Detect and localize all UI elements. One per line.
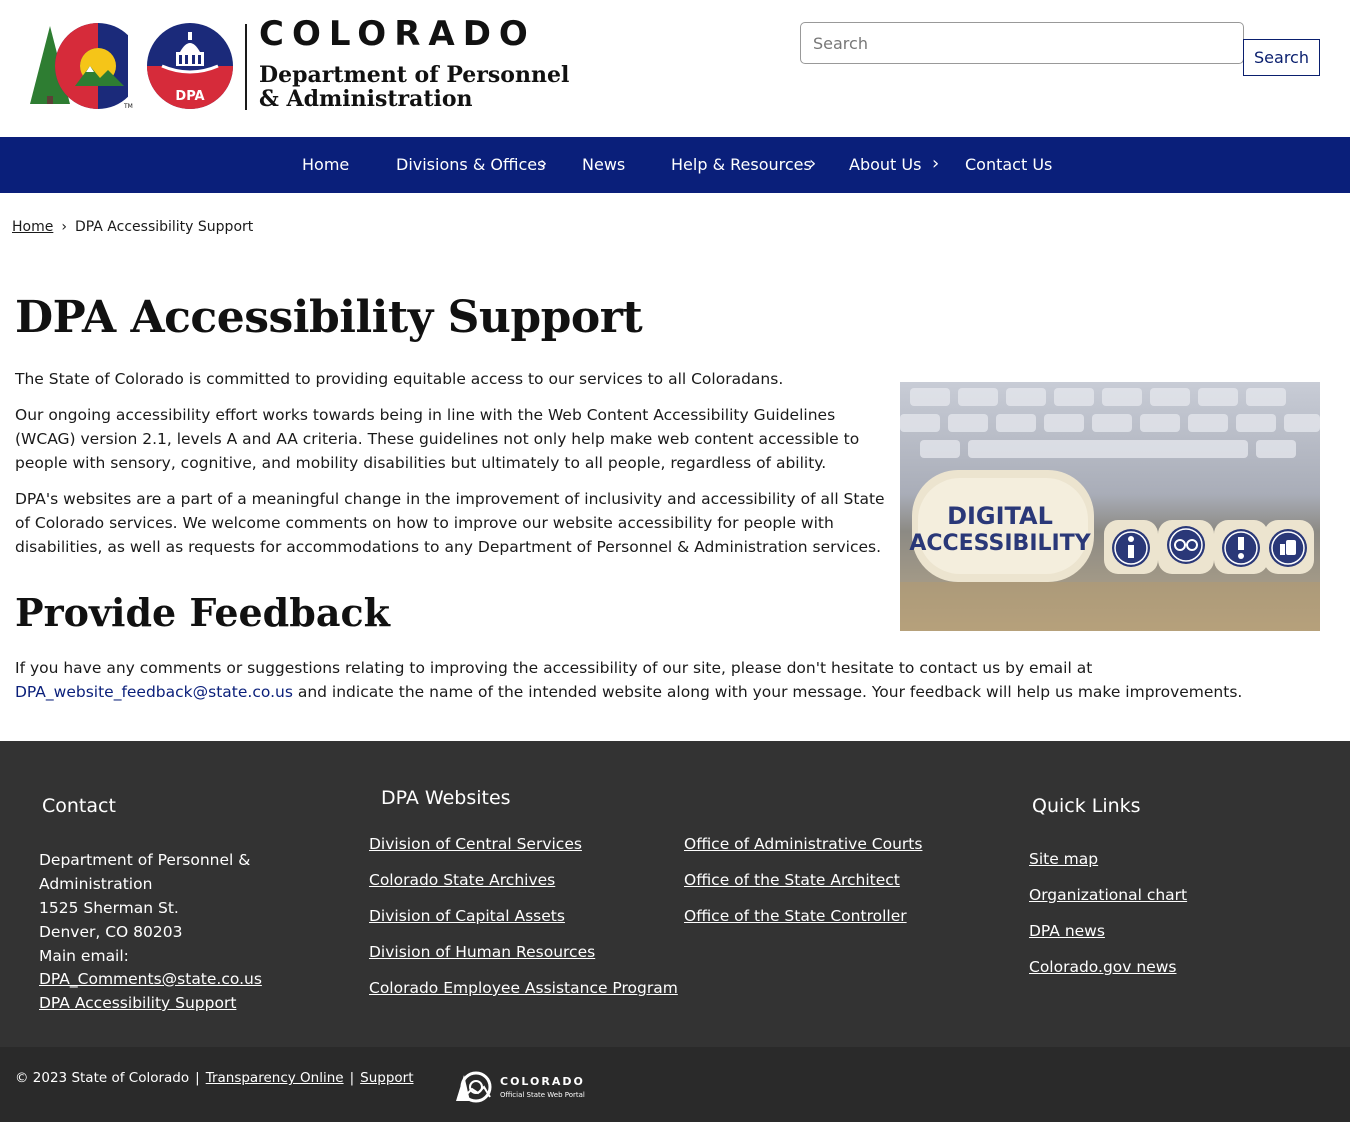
footer-quick-links-title: Quick Links [1032, 795, 1141, 817]
contact-org-line1: Department of Personnel & [39, 851, 251, 869]
footer-contact-title: Contact [42, 795, 116, 817]
nav-item-about-us[interactable]: About Us [849, 137, 921, 193]
footer-website-link[interactable]: Division of Capital Assets [369, 907, 565, 925]
chevron-right-icon[interactable]: › [932, 137, 939, 193]
page-title: DPA Accessibility Support [15, 292, 643, 343]
footer-contact-email-link[interactable]: DPA_Comments@state.co.us [39, 970, 262, 988]
feedback-email-link[interactable]: DPA_website_feedback@state.co.us [15, 683, 293, 701]
dpa-seal-icon: DPA [147, 23, 233, 109]
search-button[interactable]: Search [1243, 39, 1320, 76]
footer-quick-link[interactable]: Colorado.gov news [1029, 958, 1176, 976]
feedback-text-before: If you have any comments or suggestions … [15, 659, 1093, 677]
sub-footer: © 2023 State of Colorado | Transparency On… [0, 1047, 1350, 1122]
nav-item-contact-us[interactable]: Contact Us [965, 137, 1052, 193]
contact-city: Denver, CO 80203 [39, 923, 183, 941]
colorado-portal-logo-icon[interactable]: COLORADO Official State Web Portal [454, 1071, 594, 1103]
portal-subtitle: Official State Web Portal [500, 1091, 585, 1099]
footer-website-link[interactable]: Office of the State Architect [684, 871, 900, 889]
brand-state-name: COLORADO [259, 14, 536, 54]
footer-websites-title: DPA Websites [381, 787, 511, 809]
image-text-digital: DIGITAL [947, 502, 1053, 530]
footer-website-link[interactable]: Colorado State Archives [369, 871, 555, 889]
nav-item-divisions-offices[interactable]: Divisions & Offices [396, 137, 545, 193]
breadcrumb-home-link[interactable]: Home [12, 219, 53, 235]
footer-contact-address: Department of Personnel & Administration… [39, 848, 279, 968]
copyright-text: © 2023 State of Colorado [15, 1070, 190, 1086]
svg-text:TM: TM [123, 103, 133, 110]
contact-street: 1525 Sherman St. [39, 899, 179, 917]
footer-accessibility-link[interactable]: DPA Accessibility Support [39, 994, 236, 1012]
breadcrumb: Home › DPA Accessibility Support [12, 219, 253, 235]
contact-email-label: Main email: [39, 947, 129, 965]
portal-name: COLORADO [500, 1075, 585, 1088]
copyright-bar: © 2023 State of Colorado | Transparency On… [15, 1070, 414, 1086]
nav-item-help-resources[interactable]: Help & Resources [671, 137, 812, 193]
image-text-accessibility: ACCESSIBILITY [909, 531, 1091, 556]
nav-item-home[interactable]: Home [302, 137, 349, 193]
brand-department-name: Department of Personnel & Administration [259, 63, 579, 111]
feedback-paragraph: If you have any comments or suggestions … [15, 656, 1325, 704]
footer-quick-link[interactable]: DPA news [1029, 922, 1105, 940]
support-link[interactable]: Support [360, 1070, 413, 1086]
feedback-title: Provide Feedback [15, 590, 390, 635]
footer-website-link[interactable]: Office of Administrative Courts [684, 835, 922, 853]
nav-item-news[interactable]: News [582, 137, 625, 193]
footer-quick-link[interactable]: Site map [1029, 850, 1098, 868]
feedback-text-after: and indicate the name of the intended we… [292, 683, 1243, 701]
wcag-paragraph: Our ongoing accessibility effort works t… [15, 406, 860, 472]
colorado-logo-icon[interactable]: TM [28, 22, 142, 110]
chevron-right-icon[interactable]: › [809, 137, 816, 193]
brand-dept-line1: Department of Personnel [259, 62, 570, 88]
breadcrumb-separator: › [61, 219, 67, 235]
brand-dept-line2: & Administration [259, 86, 473, 112]
footer-website-link[interactable]: Division of Human Resources [369, 943, 595, 961]
nav-inner: Home Divisions & Offices › News Help & R… [278, 137, 1072, 194]
footer-website-link[interactable]: Office of the State Controller [684, 907, 907, 925]
transparency-online-link[interactable]: Transparency Online [206, 1070, 344, 1086]
separator: | [349, 1070, 355, 1086]
main-nav: Home Divisions & Offices › News Help & R… [0, 137, 1350, 193]
inclusivity-paragraph: DPA's websites are a part of a meaningfu… [15, 490, 885, 556]
footer-website-link[interactable]: Colorado Employee Assistance Program [369, 979, 678, 997]
site-header: TM DPA COLORADO Department of Personnel … [0, 0, 1350, 137]
chevron-right-icon[interactable]: › [540, 137, 547, 193]
digital-accessibility-image: DIGITAL ACCESSIBILITY [900, 382, 1320, 631]
svg-text:DPA: DPA [175, 89, 204, 104]
search-input[interactable] [800, 22, 1244, 64]
site-footer: Contact Department of Personnel & Admini… [0, 741, 1350, 1047]
footer-website-link[interactable]: Division of Central Services [369, 835, 582, 853]
breadcrumb-current: DPA Accessibility Support [74, 219, 254, 235]
separator: | [195, 1070, 200, 1086]
footer-quick-link[interactable]: Organizational chart [1029, 886, 1187, 904]
logo-divider [245, 24, 247, 110]
intro-paragraph: The State of Colorado is committed to pr… [15, 370, 784, 388]
contact-org-line2: Administration [39, 875, 153, 893]
